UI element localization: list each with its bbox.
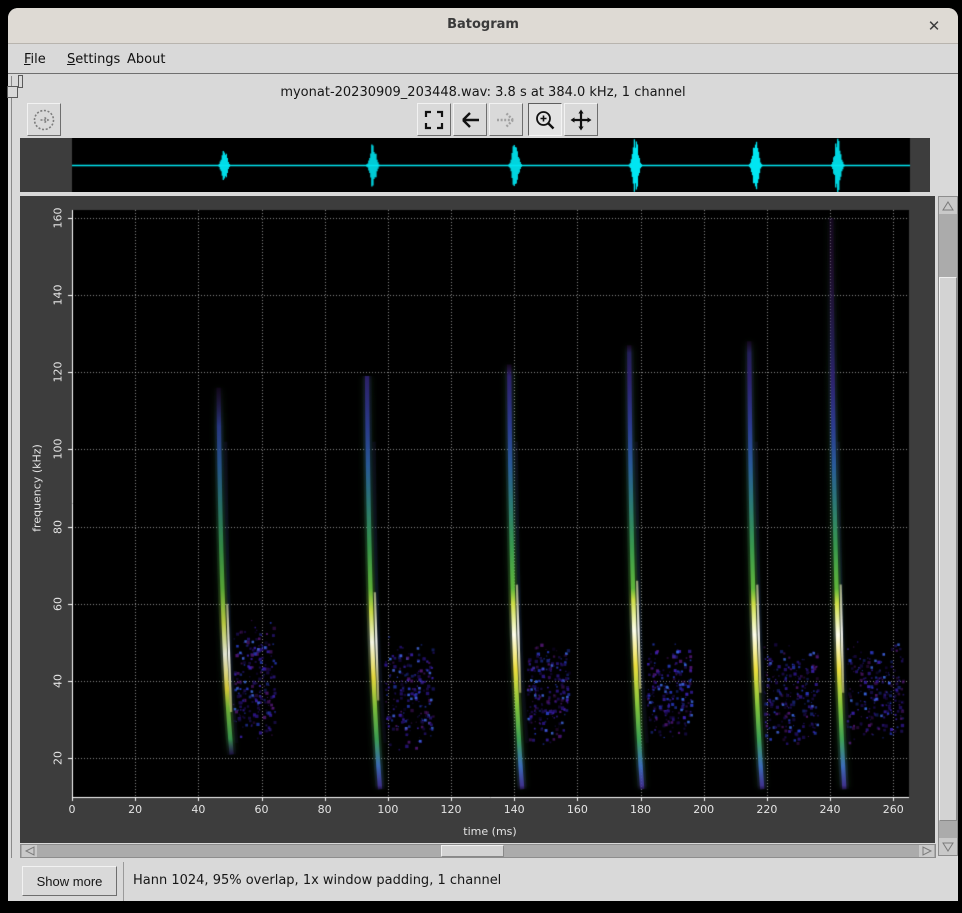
settings-summary-label: Hann 1024, 95% overlap, 1x window paddin… [133, 873, 501, 888]
spectrogram-panel: 0 20 40 60 80 100 120 140 160 180 200 220 240 260 20 4… [20, 196, 935, 843]
frequency-axis-title: frequency (kHz) [31, 444, 44, 532]
left-pan-slider-track[interactable] [11, 76, 12, 858]
x-tick-label: 80 [318, 803, 332, 816]
x-tick-label: 200 [693, 803, 714, 816]
x-tick-label: 60 [255, 803, 269, 816]
history-back-button[interactable] [453, 103, 487, 136]
scroll-up-arrow-icon[interactable] [939, 197, 957, 214]
arrow-right-icon [494, 108, 518, 132]
x-tick-label: 20 [128, 803, 142, 816]
y-tick-label: 100 [52, 439, 65, 460]
horizontal-scrollbar[interactable] [20, 844, 936, 858]
arrow-left-icon [458, 108, 482, 132]
history-forward-button[interactable] [489, 103, 523, 136]
x-tick-label: 140 [504, 803, 525, 816]
reset-view-button[interactable] [27, 103, 61, 136]
batogram-window: Batogram ✕ File Settings About myonat-20… [8, 8, 958, 901]
waveform-panel [20, 138, 930, 192]
y-tick-label: 160 [52, 207, 65, 228]
scroll-left-arrow-icon[interactable] [22, 845, 37, 857]
fullscreen-brackets-icon [422, 108, 446, 132]
status-divider [123, 862, 124, 901]
x-tick-label: 240 [820, 803, 841, 816]
pan-move-icon [569, 108, 593, 132]
horizontal-scrollbar-thumb[interactable] [441, 845, 504, 857]
vertical-scrollbar-thumb[interactable] [939, 277, 957, 821]
file-info-label: myonat-20230909_203448.wav: 3.8 s at 384… [8, 85, 958, 100]
close-icon[interactable]: ✕ [924, 16, 944, 36]
menu-bar: File Settings About [8, 44, 958, 74]
x-tick-label: 100 [377, 803, 398, 816]
x-tick-label: 260 [883, 803, 904, 816]
y-tick-label: 120 [52, 362, 65, 383]
desktop-background: Batogram ✕ File Settings About myonat-20… [0, 0, 962, 913]
menu-item-about[interactable]: About [123, 50, 169, 69]
x-tick-label: 0 [69, 803, 76, 816]
zoom-tool-button[interactable] [528, 103, 562, 136]
y-tick-label: 40 [52, 674, 65, 688]
y-tick-label: 140 [52, 284, 65, 305]
scroll-right-arrow-icon[interactable] [919, 845, 934, 857]
time-axis-title: time (ms) [463, 825, 516, 838]
pan-tool-button[interactable] [564, 103, 598, 136]
full-extent-button[interactable] [417, 103, 451, 136]
spectrogram-plot[interactable] [20, 196, 935, 843]
vertical-scrollbar[interactable] [938, 196, 958, 856]
zoom-in-magnifier-icon [533, 108, 557, 132]
reset-view-circle-arrow-icon [31, 107, 57, 133]
menu-item-file[interactable]: File [20, 50, 50, 69]
menu-item-settings[interactable]: Settings [63, 50, 124, 69]
waveform-plot[interactable] [20, 138, 930, 192]
x-tick-label: 160 [567, 803, 588, 816]
x-tick-label: 40 [191, 803, 205, 816]
x-tick-label: 120 [441, 803, 462, 816]
y-tick-label: 20 [52, 751, 65, 765]
status-bar: Show more Hann 1024, 95% overlap, 1x win… [8, 862, 958, 901]
window-title: Batogram [8, 17, 958, 32]
y-tick-label: 60 [52, 597, 65, 611]
window-titlebar[interactable]: Batogram ✕ [8, 8, 958, 44]
x-tick-label: 180 [630, 803, 651, 816]
y-tick-label: 80 [52, 520, 65, 534]
scroll-down-arrow-icon[interactable] [939, 838, 957, 855]
x-tick-label: 220 [756, 803, 777, 816]
show-more-button[interactable]: Show more [22, 866, 117, 896]
